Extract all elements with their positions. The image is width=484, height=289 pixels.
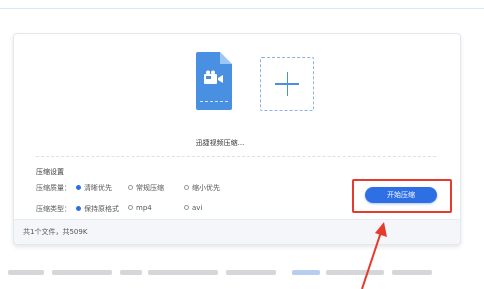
red-arrow-icon: [361, 222, 387, 289]
